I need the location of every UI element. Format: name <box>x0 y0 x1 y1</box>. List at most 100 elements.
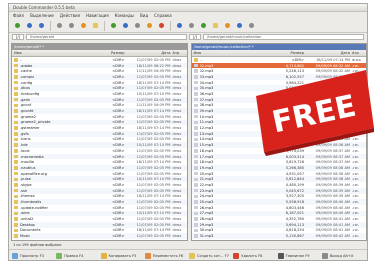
file-row[interactable]: Documents <DIR> 18/11/09 07:14 PM drwx <box>12 228 187 234</box>
file-row[interactable]: 22.mp3 4,480,199 09/09/09 08:39 AM -rw- <box>192 182 367 188</box>
folder-icon[interactable] <box>91 21 100 30</box>
file-row[interactable]: .. <DIR> 18/11/09 07:14 PM drwx <box>192 57 367 63</box>
file-row[interactable]: 29.mp3 5,694,113 09/09/09 08:41 AM -rw- <box>191 221 366 228</box>
folder-icon <box>14 160 18 164</box>
file-row[interactable]: .gnome2_private <DIR> 11/07/09 02:05 PM drw… <box>12 119 187 126</box>
column-attr-header[interactable]: Атр <box>352 51 364 55</box>
file-row[interactable]: .ssh <DIR> 11/07/09 02:05 PM drwx <box>12 187 187 194</box>
menu-item-navigation[interactable]: Навигация <box>86 13 109 18</box>
column-size-header[interactable]: Размер <box>99 51 124 55</box>
column-name-header[interactable]: Имя <box>14 51 99 55</box>
file-row[interactable]: .xchat2 <DIR> 11/07/09 02:05 PM drwx <box>12 216 187 222</box>
file-row[interactable]: 28.mp3 4,352,780 09/09/09 08:41 AM -rw- <box>192 216 367 222</box>
delete-icon[interactable] <box>157 21 166 30</box>
file-row[interactable]: .icons <DIR> 11/07/09 02:05 PM drwx <box>12 137 187 143</box>
forward-icon[interactable] <box>37 21 46 30</box>
right-path-field[interactable]: /home/gerald/music/collection <box>203 34 364 40</box>
compare-icon[interactable] <box>109 21 118 30</box>
file-row[interactable]: .compiz <DIR> 11/07/09 02:05 PM drwx <box>12 74 187 80</box>
file-row[interactable]: .gstreamer <DIR> 18/11/09 07:14 PM drwx <box>12 125 187 131</box>
file-row[interactable]: .update-notifier <DIR> 11/07/09 02:05 PM dr… <box>12 205 187 211</box>
file-name: .nautilus <box>20 165 36 170</box>
menu-item-view[interactable]: Вид <box>140 13 148 18</box>
file-row[interactable]: .gvfs <DIR> 11/07/09 02:05 PM drwx <box>12 130 187 137</box>
file-row[interactable]: .gconf <DIR> 11/11/09 04:09 PM drwx <box>12 103 187 109</box>
file-row[interactable]: 21.mp3 5,612,844 09/09/09 08:38 AM -rw- <box>191 176 366 183</box>
column-attr-header[interactable]: Атр <box>173 51 185 55</box>
file-row[interactable]: 24.mp3 3,927,305 09/09/09 08:39 AM -rw- <box>192 194 367 200</box>
file-row[interactable]: .openoffice.org <DIR> 11/07/09 02:05 PM drw… <box>12 171 187 177</box>
settings-icon[interactable] <box>175 21 184 30</box>
file-row[interactable]: .. <DIR> 11/07/09 02:05 PM drwx <box>12 57 187 63</box>
function-key-button[interactable]: Выход Alt+X <box>321 251 364 260</box>
file-row[interactable]: .skype <DIR> 11/07/09 02:05 PM drwx <box>12 182 187 188</box>
column-name-header[interactable]: Имя <box>194 51 279 55</box>
file-row[interactable]: 25.mp3 5,558,918 09/09/09 08:40 AM -rw- <box>191 199 366 205</box>
column-date-header[interactable]: Дата <box>304 51 352 55</box>
column-size-header[interactable]: Размер <box>278 51 304 55</box>
file-row[interactable]: 26.mp3 4,803,446 09/09/09 08:40 AM -rw- <box>192 205 367 211</box>
file-row[interactable]: .cache <DIR> 11/11/09 04:49 PM drwx <box>12 68 187 74</box>
file-row[interactable]: 30.mp3 4,618,254 09/09/09 08:41 AM -rw- <box>192 228 367 234</box>
function-key-button[interactable]: Удалить F8 <box>233 251 275 260</box>
audio-file-icon <box>193 217 198 221</box>
file-name: 30.mp3 <box>199 228 214 233</box>
function-key-button[interactable]: Просмотр F3 <box>12 251 54 260</box>
file-row[interactable]: .gnome2 <DIR> 11/07/09 02:05 PM drwx <box>12 114 187 120</box>
file-row[interactable]: .themes <DIR> 18/11/09 07:14 PM drwx <box>12 194 187 200</box>
function-key-button[interactable]: Создать кат... F7 <box>189 251 231 260</box>
edit-icon[interactable] <box>187 21 196 30</box>
menu-item-file[interactable]: Файл <box>13 13 24 18</box>
file-row[interactable]: .adobe <DIR> 18/11/09 06:22 PM drwx <box>12 62 187 69</box>
file-row[interactable]: 27.mp3 6,187,021 09/09/09 08:40 AM -rw- <box>191 210 366 217</box>
menu-item-select[interactable]: Выделение <box>30 13 54 18</box>
file-row[interactable]: Desktop <DIR> 11/07/09 02:05 PM drwx <box>12 221 187 228</box>
file-date: 11/07/09 02:05 PM <box>136 86 171 91</box>
function-key-button[interactable]: Копировать F5 <box>100 251 143 260</box>
menu-item-actions[interactable]: Действия <box>60 13 80 18</box>
file-row[interactable]: .mozilla <DIR> 18/11/09 07:14 PM drwx <box>12 159 187 165</box>
back-icon[interactable] <box>25 21 34 30</box>
archive-icon[interactable] <box>133 21 142 30</box>
file-row[interactable]: 23.mp3 5,045,672 09/09/09 08:39 AM -rw- <box>191 187 366 194</box>
file-row[interactable]: Music <DIR> 11/07/09 02:05 PM drwx <box>12 233 187 239</box>
file-row[interactable]: 20.mp3 4,931,057 09/09/09 08:38 AM -rw- <box>192 171 367 177</box>
terminal-icon[interactable] <box>145 21 154 30</box>
full-view-icon[interactable] <box>67 21 76 30</box>
move-icon[interactable] <box>235 21 244 30</box>
file-row[interactable]: .dbus <DIR> 11/07/09 02:05 PM drwx <box>12 85 187 92</box>
column-date-header[interactable]: Дата <box>125 51 173 55</box>
copy-icon[interactable] <box>223 21 232 30</box>
menu-item-commands[interactable]: Команды <box>115 13 134 18</box>
sync-icon[interactable] <box>121 21 130 30</box>
file-row[interactable]: .local <DIR> 11/07/09 02:05 PM drwx <box>12 148 187 154</box>
audio-file-icon <box>193 97 198 102</box>
refresh-icon[interactable] <box>13 21 22 30</box>
left-panel[interactable]: /home/gerald/*.* Имя Размер Дата Атр .. <… <box>11 43 188 241</box>
file-row[interactable]: 18.mp3 3,819,726 09/09/09 08:37 AM -rw- <box>192 159 367 165</box>
file-row[interactable]: .fontconfig <DIR> 10/11/09 07:10 PM drwx <box>12 91 187 97</box>
file-row[interactable]: .kde <DIR> 10/11/09 07:10 PM drwx <box>12 142 187 148</box>
menu-item-help[interactable]: Справка <box>154 13 172 18</box>
brief-view-icon[interactable] <box>55 21 64 30</box>
file-row[interactable]: .config <DIR> 18/11/09 07:14 PM drwx <box>12 80 187 86</box>
function-key-button[interactable]: Терминал F9 <box>277 251 320 260</box>
function-key-button[interactable]: Правка F4 <box>56 251 98 260</box>
file-row[interactable]: .pulse <DIR> 10/11/09 07:10 PM drwx <box>12 176 187 183</box>
function-key-button[interactable]: Переместить F6 <box>144 251 187 260</box>
file-row[interactable]: 19.mp3 5,266,380 09/09/09 08:38 AM -rw- <box>191 165 366 171</box>
rename-icon[interactable] <box>247 21 256 30</box>
file-row[interactable]: .nautilus <DIR> 11/07/09 02:05 PM drwx <box>12 165 187 171</box>
left-path-field[interactable]: /home/gerald <box>26 34 187 40</box>
new-folder-icon[interactable] <box>211 21 220 30</box>
search-icon[interactable] <box>79 21 88 30</box>
left-drive-select[interactable]: [/] <box>12 34 25 40</box>
file-row[interactable]: .gconfd <DIR> 18/11/09 07:14 PM drwx <box>12 108 187 114</box>
file-row[interactable]: .thumbnails <DIR> 11/07/09 02:05 PM drwx <box>12 199 187 205</box>
right-drive-select[interactable]: [/] <box>189 34 202 40</box>
file-row[interactable]: .wine <DIR> 10/11/09 07:10 PM drwx <box>12 210 187 217</box>
pack-icon[interactable] <box>199 21 208 30</box>
file-row[interactable]: 31.mp3 5,130,867 09/09/09 08:42 AM -rw- <box>191 233 366 239</box>
file-row[interactable]: .macromedia <DIR> 11/07/09 02:05 PM drwx <box>12 153 187 160</box>
file-row[interactable]: .gaim <DIR> 11/07/09 02:05 PM drwx <box>12 96 187 103</box>
